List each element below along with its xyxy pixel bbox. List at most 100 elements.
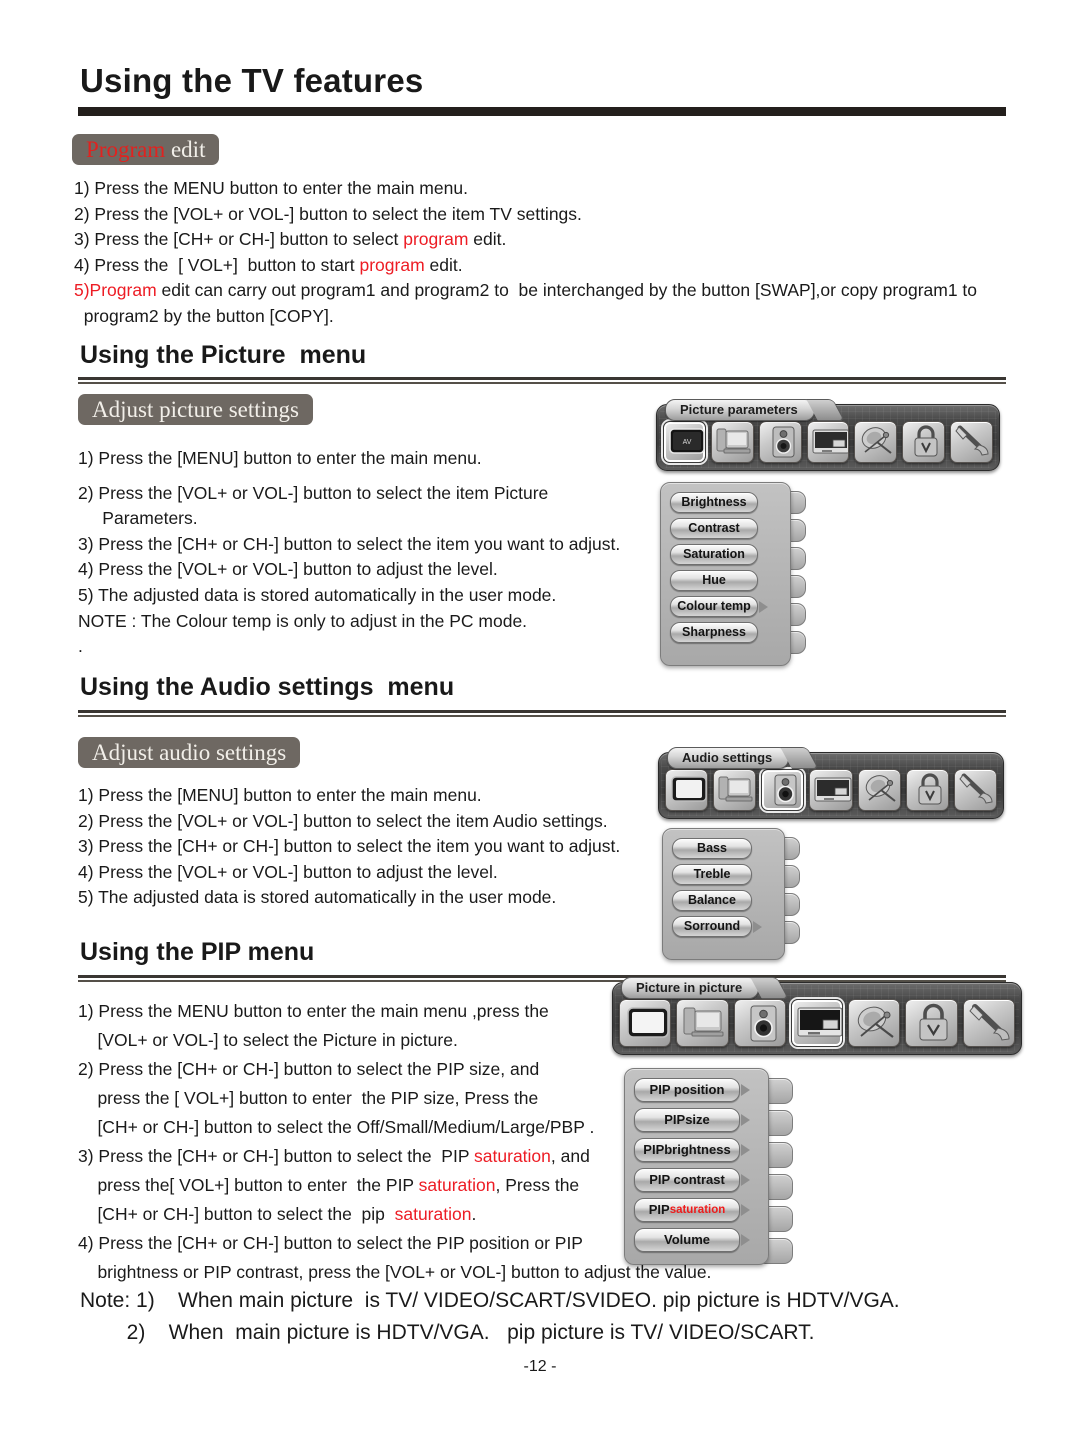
osd-item-label: Sharpness <box>670 622 758 643</box>
osd-submenu-panel: PIP position PIPsize PIPbrightness PIP c… <box>624 1068 769 1265</box>
step-line: press the[ VOL+] button to enter the PIP… <box>78 1171 618 1200</box>
osd-item-label: Balance <box>672 890 752 911</box>
section-rule <box>78 710 1006 713</box>
osd-menu-item[interactable]: PIP position <box>634 1078 760 1102</box>
submenu-arrow-icon <box>741 1144 750 1156</box>
step-highlight: program <box>403 229 469 250</box>
step-line: 5)Program edit can carry out program1 an… <box>74 278 1034 304</box>
pip-screen-icon[interactable] <box>806 421 850 463</box>
step-line: 2) Press the [VOL+ or VOL-] button to se… <box>74 203 582 224</box>
osd-title-wrap: Picture parameters <box>665 399 845 421</box>
osd-menu-item[interactable]: Bass <box>672 838 776 859</box>
osd-audio-settings: Audio settings Bass Treble Balance Sorro… <box>658 747 1004 960</box>
osd-menu-item[interactable]: PIP contrast <box>634 1168 760 1192</box>
osd-menubar: Audio settings <box>658 747 1004 819</box>
osd-item-label: Saturation <box>670 544 758 565</box>
step-highlight: saturation <box>474 1146 551 1166</box>
lock-icon[interactable] <box>905 999 958 1047</box>
pip-screen-icon[interactable] <box>809 769 853 811</box>
osd-item-label: Hue <box>670 570 758 591</box>
osd-item-label: Bass <box>672 838 752 859</box>
osd-menu-item[interactable]: Treble <box>672 864 776 885</box>
section-rule-thin <box>78 715 1006 717</box>
step-line: 2) Press the [CH+ or CH-] button to sele… <box>78 1059 540 1079</box>
step-line: 3) Press the [CH+ or CH-] button to sele… <box>78 836 621 857</box>
osd-item-label: Volume <box>634 1228 740 1252</box>
osd-title: Picture in picture <box>621 977 760 999</box>
speaker-icon[interactable] <box>733 999 786 1047</box>
tv-screen-icon[interactable] <box>665 769 709 811</box>
section-title-picture: Using the Picture menu <box>80 341 367 369</box>
osd-menu-item[interactable]: Saturation <box>670 544 782 565</box>
osd-item-label: PIPbrightness <box>634 1138 740 1162</box>
osd-menu-item[interactable]: Brightness <box>670 492 782 513</box>
osd-menu-item[interactable]: Sorround <box>672 916 776 937</box>
title-rule <box>78 107 1006 116</box>
osd-menu-item[interactable]: Volume <box>634 1228 760 1252</box>
tv-screen-icon[interactable]: AV <box>663 421 706 463</box>
step-text: edit. <box>424 254 463 275</box>
step-line: 1) Press the [MENU] button to enter the … <box>78 448 482 468</box>
adjust-picture-settings-badge: Adjust picture settings <box>78 394 313 425</box>
program-edit-badge: Program edit <box>72 134 220 165</box>
step-text: press the[ VOL+] button to enter the PIP <box>78 1175 419 1195</box>
osd-menu-item[interactable]: PIP saturation <box>634 1198 760 1222</box>
adjust-audio-settings-badge: Adjust audio settings <box>78 737 301 768</box>
note-line: Note: 1) When main picture is TV/ VIDEO/… <box>80 1289 900 1312</box>
step-text: 3) Press the [CH+ or CH-] button to sele… <box>74 229 404 250</box>
osd-menubar: Picture in picture <box>612 977 1022 1055</box>
step-line: 3) Press the [CH+ or CH-] button to sele… <box>78 533 621 554</box>
speaker-icon[interactable] <box>761 769 805 811</box>
step-text: , Press the <box>495 1175 580 1195</box>
tool-wrench-icon[interactable] <box>962 999 1015 1047</box>
osd-item-label: Colour temp <box>670 596 758 617</box>
osd-picture-in-picture: Picture in picture PIP position PIPsize … <box>612 977 1022 1265</box>
osd-item-list: PIP position PIPsize PIPbrightness PIP c… <box>634 1078 760 1252</box>
tv-screen-icon[interactable] <box>619 999 672 1047</box>
lock-icon[interactable] <box>905 769 949 811</box>
step-text: , and <box>550 1146 590 1166</box>
pc-monitor-icon[interactable] <box>710 421 754 463</box>
step-line: 1) Press the [MENU] button to enter the … <box>78 785 482 805</box>
osd-item-label: Sorround <box>672 916 752 937</box>
satellite-dish-icon[interactable] <box>857 769 901 811</box>
osd-title: Picture parameters <box>665 399 815 421</box>
osd-menu-item[interactable]: Colour temp <box>670 596 782 617</box>
step-line: 1) Press the MENU button to enter the ma… <box>78 1001 549 1021</box>
satellite-dish-icon[interactable] <box>848 999 901 1047</box>
pc-monitor-icon[interactable] <box>676 999 729 1047</box>
osd-menu-item[interactable]: Contrast <box>670 518 782 539</box>
osd-menu-item[interactable]: PIPbrightness <box>634 1138 760 1162</box>
tool-wrench-icon[interactable] <box>953 769 997 811</box>
note-line: 2) When main picture is HDTV/VGA. pip pi… <box>80 1321 815 1344</box>
speaker-icon[interactable] <box>758 421 802 463</box>
tool-wrench-icon[interactable] <box>950 421 994 463</box>
lock-icon[interactable] <box>902 421 946 463</box>
pip-screen-icon[interactable] <box>790 999 844 1047</box>
osd-title-wrap: Audio settings <box>667 747 820 769</box>
step-line: . <box>78 636 83 657</box>
pc-monitor-icon[interactable] <box>713 769 757 811</box>
osd-icon-row: AV <box>663 421 994 463</box>
osd-menu-item[interactable]: Sharpness <box>670 622 782 643</box>
submenu-arrow-icon <box>741 1174 750 1186</box>
step-line: 4) Press the [VOL+ or VOL-] button to ad… <box>78 559 498 580</box>
osd-item-list: Brightness Contrast Saturation Hue Colou… <box>670 492 782 643</box>
submenu-arrow-icon <box>753 920 762 933</box>
submenu-arrow-icon <box>759 600 768 613</box>
osd-menu-item[interactable]: Balance <box>672 890 776 911</box>
satellite-dish-icon[interactable] <box>854 421 898 463</box>
osd-menu-item[interactable]: PIPsize <box>634 1108 760 1132</box>
step-text: edit can carry out program1 and program2… <box>156 280 978 301</box>
osd-title-wrap: Picture in picture <box>621 977 790 999</box>
section-rule <box>78 975 1006 978</box>
step-highlight: saturation <box>394 1204 472 1224</box>
step-line: brightness or PIP contrast, press the [V… <box>78 1262 712 1282</box>
manual-page: Using the TV features Program edit 1) Pr… <box>0 0 1080 1438</box>
osd-menubar: Picture parameters AV <box>656 399 1000 471</box>
audio-steps: 1) Press the [MENU] button to enter the … <box>78 783 658 911</box>
osd-menu-item[interactable]: Hue <box>670 570 782 591</box>
osd-item-label: PIP <box>648 1202 670 1217</box>
step-line: 3) Press the [CH+ or CH-] button to sele… <box>78 1142 618 1171</box>
step-line: 2) Press the [VOL+ or VOL-] button to se… <box>78 810 608 831</box>
